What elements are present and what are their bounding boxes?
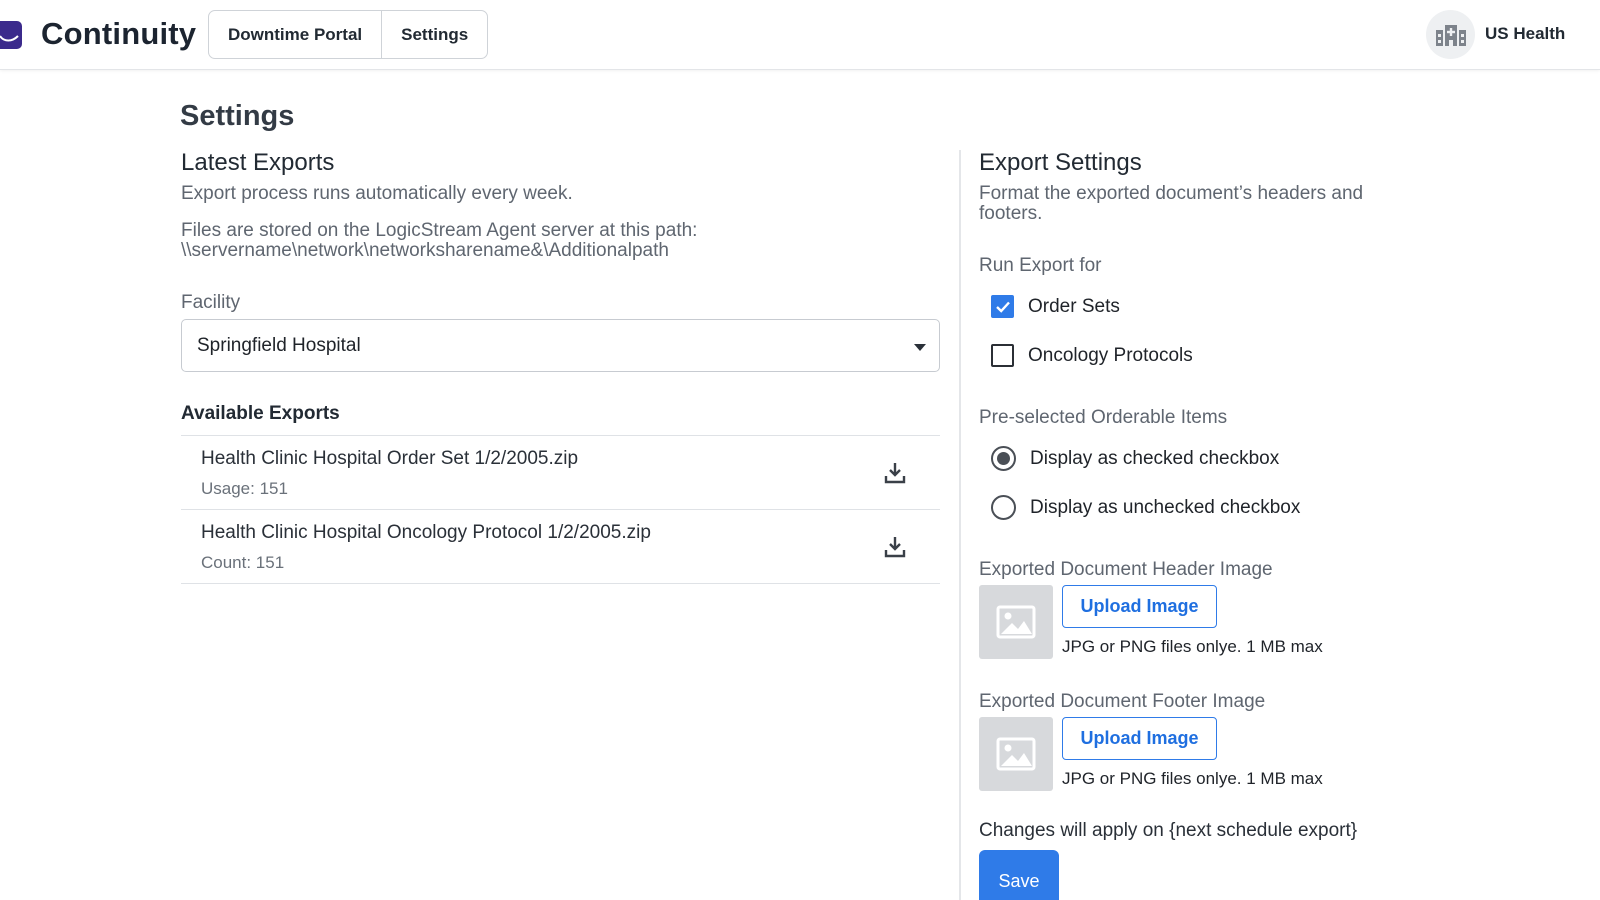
list-item: Health Clinic Hospital Oncology Protocol… (181, 510, 940, 584)
hospital-building-icon (1435, 24, 1466, 46)
checkbox-label: Oncology Protocols (1028, 344, 1193, 366)
upload-header-image-button[interactable]: Upload Image (1062, 585, 1217, 628)
facility-selected-value: Springfield Hospital (197, 334, 361, 356)
run-export-label: Run Export for (979, 255, 1102, 276)
main-nav: Downtime Portal Settings (208, 10, 489, 59)
header-image-label: Exported Document Header Image (979, 559, 1273, 580)
image-icon (996, 737, 1036, 771)
export-file-name: Health Clinic Hospital Oncology Protocol… (201, 522, 651, 543)
radio-label: Display as checked checkbox (1030, 447, 1280, 469)
export-usage: Usage: 151 (201, 479, 288, 498)
checkbox[interactable] (991, 295, 1014, 318)
export-path: \\servername\network\networksharename&\A… (181, 240, 669, 261)
chevron-down-icon (914, 344, 926, 351)
available-exports-title: Available Exports (181, 403, 340, 424)
export-settings-description: Format the exported document’s headers a… (979, 183, 1364, 224)
checkmark-icon (995, 301, 1010, 313)
download-icon[interactable] (884, 461, 906, 485)
org-name[interactable]: US Health (1485, 24, 1565, 44)
export-count: Count: 151 (201, 553, 285, 572)
preselected-label: Pre-selected Orderable Items (979, 407, 1228, 428)
radio-label: Display as unchecked checkbox (1030, 496, 1301, 518)
header-image-placeholder (979, 585, 1053, 659)
list-item: Health Clinic Hospital Order Set 1/2/200… (181, 436, 940, 510)
radio-display-unchecked[interactable]: Display as unchecked checkbox (991, 495, 1300, 520)
checkbox-oncology-protocols[interactable]: Oncology Protocols (991, 344, 1193, 367)
download-icon[interactable] (884, 535, 906, 559)
org-avatar[interactable] (1426, 10, 1475, 59)
latest-exports-title: Latest Exports (181, 149, 335, 176)
top-bar: Continuity Downtime Portal Settings US H… (0, 0, 1600, 70)
changes-note: Changes will apply on {next schedule exp… (979, 820, 1358, 841)
upload-footer-image-button[interactable]: Upload Image (1062, 717, 1217, 760)
checkbox-order-sets[interactable]: Order Sets (991, 295, 1120, 318)
footer-image-label: Exported Document Footer Image (979, 691, 1266, 712)
upload-hint: JPG or PNG files onlye. 1 MB max (1062, 769, 1323, 788)
radio-button[interactable] (991, 446, 1016, 471)
export-file-name: Health Clinic Hospital Order Set 1/2/200… (201, 448, 579, 469)
schedule-text: Export process runs automatically every … (181, 183, 573, 204)
checkbox[interactable] (991, 344, 1014, 367)
image-icon (996, 605, 1036, 639)
brand-name[interactable]: Continuity (41, 16, 196, 52)
column-divider (959, 150, 961, 900)
radio-selected-dot (997, 452, 1010, 465)
facility-label: Facility (181, 292, 241, 313)
footer-image-placeholder (979, 717, 1053, 791)
nav-settings[interactable]: Settings (381, 11, 487, 58)
facility-select[interactable]: Springfield Hospital (181, 319, 940, 372)
export-settings-title: Export Settings (979, 149, 1142, 176)
path-intro: Files are stored on the LogicStream Agen… (181, 220, 698, 241)
radio-button[interactable] (991, 495, 1016, 520)
export-list: Health Clinic Hospital Order Set 1/2/200… (181, 435, 940, 584)
continuity-logo-icon[interactable] (0, 21, 22, 49)
radio-display-checked[interactable]: Display as checked checkbox (991, 446, 1279, 471)
checkbox-label: Order Sets (1028, 295, 1120, 317)
page-title: Settings (180, 100, 295, 132)
save-button[interactable]: Save (979, 850, 1059, 900)
upload-hint: JPG or PNG files onlye. 1 MB max (1062, 637, 1323, 656)
nav-downtime-portal[interactable]: Downtime Portal (209, 11, 381, 58)
